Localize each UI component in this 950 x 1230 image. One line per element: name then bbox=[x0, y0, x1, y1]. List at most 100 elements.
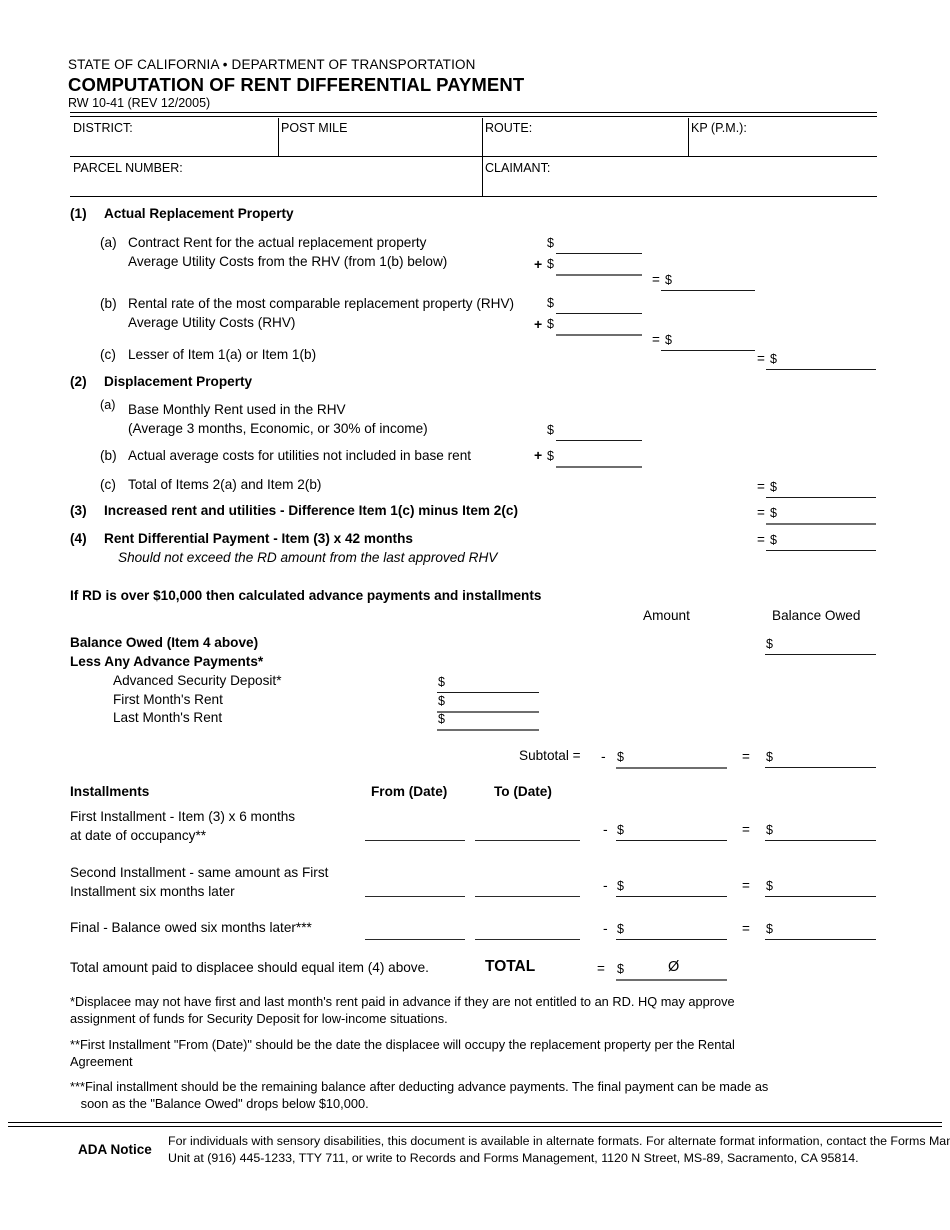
item-1b-utilities-sum-line bbox=[556, 334, 642, 336]
item-1b-line1: Rental rate of the most comparable repla… bbox=[128, 296, 515, 311]
advance-heading: If RD is over $10,000 then calculated ad… bbox=[70, 588, 542, 603]
item-2b-utilities-sum-line bbox=[556, 466, 642, 468]
ada-notice-label: ADA Notice bbox=[78, 1142, 152, 1157]
installment-row-1-line2: Installment six months later bbox=[70, 884, 235, 899]
table-top-rule-outer bbox=[70, 112, 877, 114]
item-1a-line1: Contract Rent for the actual replacement… bbox=[128, 235, 427, 250]
item-1a-utilities-sum-line bbox=[556, 274, 642, 276]
installment-row-1-line1: Second Installment - same amount as Firs… bbox=[70, 865, 329, 880]
subtotal-equals-sign: = bbox=[742, 749, 750, 764]
route-label: ROUTE: bbox=[485, 121, 533, 135]
item-1b-total-dollar-sign: $ bbox=[665, 333, 672, 347]
installment-row-2-from-line bbox=[365, 939, 465, 941]
installment-row-2-minus-sign: - bbox=[603, 920, 608, 936]
section-2-title: Displacement Property bbox=[104, 374, 253, 389]
installment-row-2-amount-dollar-sign: $ bbox=[617, 922, 624, 936]
table-divider-district-postmile bbox=[278, 118, 280, 156]
less-advance-payments-label: Less Any Advance Payments* bbox=[70, 654, 264, 669]
installment-row-1-minus-sign: - bbox=[603, 877, 608, 893]
total-equals-sign: = bbox=[597, 961, 605, 976]
item-2c-label: (c) bbox=[100, 477, 116, 492]
item-1c-label: (c) bbox=[100, 347, 116, 362]
installment-row-1-amount-dollar-sign: $ bbox=[617, 879, 624, 893]
item-1c-total-line bbox=[766, 369, 876, 371]
section-3-dollar-sign: $ bbox=[770, 506, 777, 520]
item-1c-line1: Lesser of Item 1(a) or Item 1(b) bbox=[128, 347, 317, 362]
form-page: STATE OF CALIFORNIA • DEPARTMENT OF TRAN… bbox=[0, 0, 950, 1230]
item-1b-line2: Average Utility Costs (RHV) bbox=[128, 315, 296, 330]
installment-row-0-line2: at date of occupancy** bbox=[70, 828, 207, 843]
item-2c-total-line bbox=[766, 497, 876, 499]
section-3-value-line bbox=[766, 523, 876, 525]
item-2a-rent-dollar-sign: $ bbox=[547, 423, 554, 437]
item-2b-line1: Actual average costs for utilities not i… bbox=[128, 448, 472, 463]
footnote-1-line1: *Displacee may not have first and last m… bbox=[70, 994, 735, 1009]
table-top-rule-inner bbox=[70, 115, 877, 117]
footnote-3-line1: ***Final installment should be the remai… bbox=[70, 1079, 769, 1094]
item-2b-utilities-dollar-sign: $ bbox=[547, 449, 554, 463]
item-1b-equals-sign: = bbox=[652, 332, 660, 347]
item-1c-equals-sign: = bbox=[757, 351, 765, 366]
item-1a-rent-dollar-sign: $ bbox=[547, 236, 554, 250]
item-1a-rent-line bbox=[556, 253, 642, 255]
installment-row-0-from-line bbox=[365, 840, 465, 842]
table-row1-bottom-rule bbox=[70, 156, 877, 158]
installment-row-0-minus-sign: - bbox=[603, 821, 608, 837]
item-2c-total-dollar-sign: $ bbox=[770, 480, 777, 494]
total-value-line bbox=[616, 979, 727, 981]
advance-row-label-0: Advanced Security Deposit* bbox=[113, 673, 282, 688]
item-1a-line2: Average Utility Costs from the RHV (from… bbox=[128, 254, 448, 269]
section-3-title: Increased rent and utilities - Differenc… bbox=[104, 503, 518, 518]
advance-row-dollar-sign-0: $ bbox=[438, 675, 445, 689]
item-2b-plus-sign: + bbox=[534, 447, 543, 463]
installment-row-1-balance-dollar-sign: $ bbox=[766, 879, 773, 893]
section-4-note: Should not exceed the RD amount from the… bbox=[118, 550, 498, 565]
installment-row-0-line1: First Installment - Item (3) x 6 months bbox=[70, 809, 296, 824]
advance-row-dollar-sign-2: $ bbox=[438, 712, 445, 726]
claimant-label: CLAIMANT: bbox=[485, 161, 551, 175]
column-header-from-date: From (Date) bbox=[371, 784, 448, 799]
item-2c-line1: Total of Items 2(a) and Item 2(b) bbox=[128, 477, 322, 492]
column-header-to-date: To (Date) bbox=[494, 784, 552, 799]
advance-row-label-2: Last Month's Rent bbox=[113, 710, 223, 725]
column-header-amount: Amount bbox=[643, 608, 690, 623]
advance-row-line-0 bbox=[437, 692, 539, 694]
ada-notice-line2: Unit at (916) 445-1233, TTY 711, or writ… bbox=[168, 1150, 859, 1165]
footnote-3-line2: soon as the "Balance Owed" drops below $… bbox=[70, 1096, 369, 1111]
subtotal-balance-dollar-sign: $ bbox=[766, 750, 773, 764]
installment-row-1-balance-line bbox=[765, 896, 876, 898]
item-1a-label: (a) bbox=[100, 235, 117, 250]
installment-row-2-balance-line bbox=[765, 939, 876, 941]
total-note: Total amount paid to displacee should eq… bbox=[70, 960, 429, 975]
section-3-number: (3) bbox=[70, 503, 87, 518]
item-2c-equals-sign: = bbox=[757, 479, 765, 494]
item-1a-total-dollar-sign: $ bbox=[665, 273, 672, 287]
subtotal-label: Subtotal = bbox=[519, 748, 581, 763]
column-header-balance-owed: Balance Owed bbox=[772, 608, 861, 623]
page-title: COMPUTATION OF RENT DIFFERENTIAL PAYMENT bbox=[68, 74, 525, 95]
installments-heading: Installments bbox=[70, 784, 150, 799]
advance-row-line-2 bbox=[437, 729, 539, 731]
installment-row-0-amount-dollar-sign: $ bbox=[617, 823, 624, 837]
ada-rule-outer bbox=[8, 1122, 942, 1124]
installment-row-2-equals-sign: = bbox=[742, 921, 750, 936]
table-divider-route-kp bbox=[688, 118, 690, 156]
ada-rule-inner bbox=[8, 1126, 942, 1128]
table-row2-bottom-rule bbox=[70, 196, 877, 198]
section-1-title: Actual Replacement Property bbox=[104, 206, 294, 221]
installment-row-0-balance-dollar-sign: $ bbox=[766, 823, 773, 837]
item-1b-rent-line bbox=[556, 313, 642, 315]
agency-line: STATE OF CALIFORNIA • DEPARTMENT OF TRAN… bbox=[68, 57, 476, 72]
table-divider-postmile-route bbox=[482, 118, 484, 196]
section-1-number: (1) bbox=[70, 206, 87, 221]
balance-owed-label: Balance Owed (Item 4 above) bbox=[70, 635, 259, 650]
item-1b-utilities-dollar-sign: $ bbox=[547, 317, 554, 331]
item-1a-total-line bbox=[661, 290, 755, 292]
advance-row-label-1: First Month's Rent bbox=[113, 692, 223, 707]
subtotal-balance-line bbox=[765, 767, 876, 769]
total-value-field[interactable]: Ø bbox=[668, 959, 679, 975]
item-1b-plus-sign: + bbox=[534, 316, 543, 332]
parcel-number-label: PARCEL NUMBER: bbox=[73, 161, 183, 175]
section-4-number: (4) bbox=[70, 531, 87, 546]
item-1a-utilities-dollar-sign: $ bbox=[547, 257, 554, 271]
